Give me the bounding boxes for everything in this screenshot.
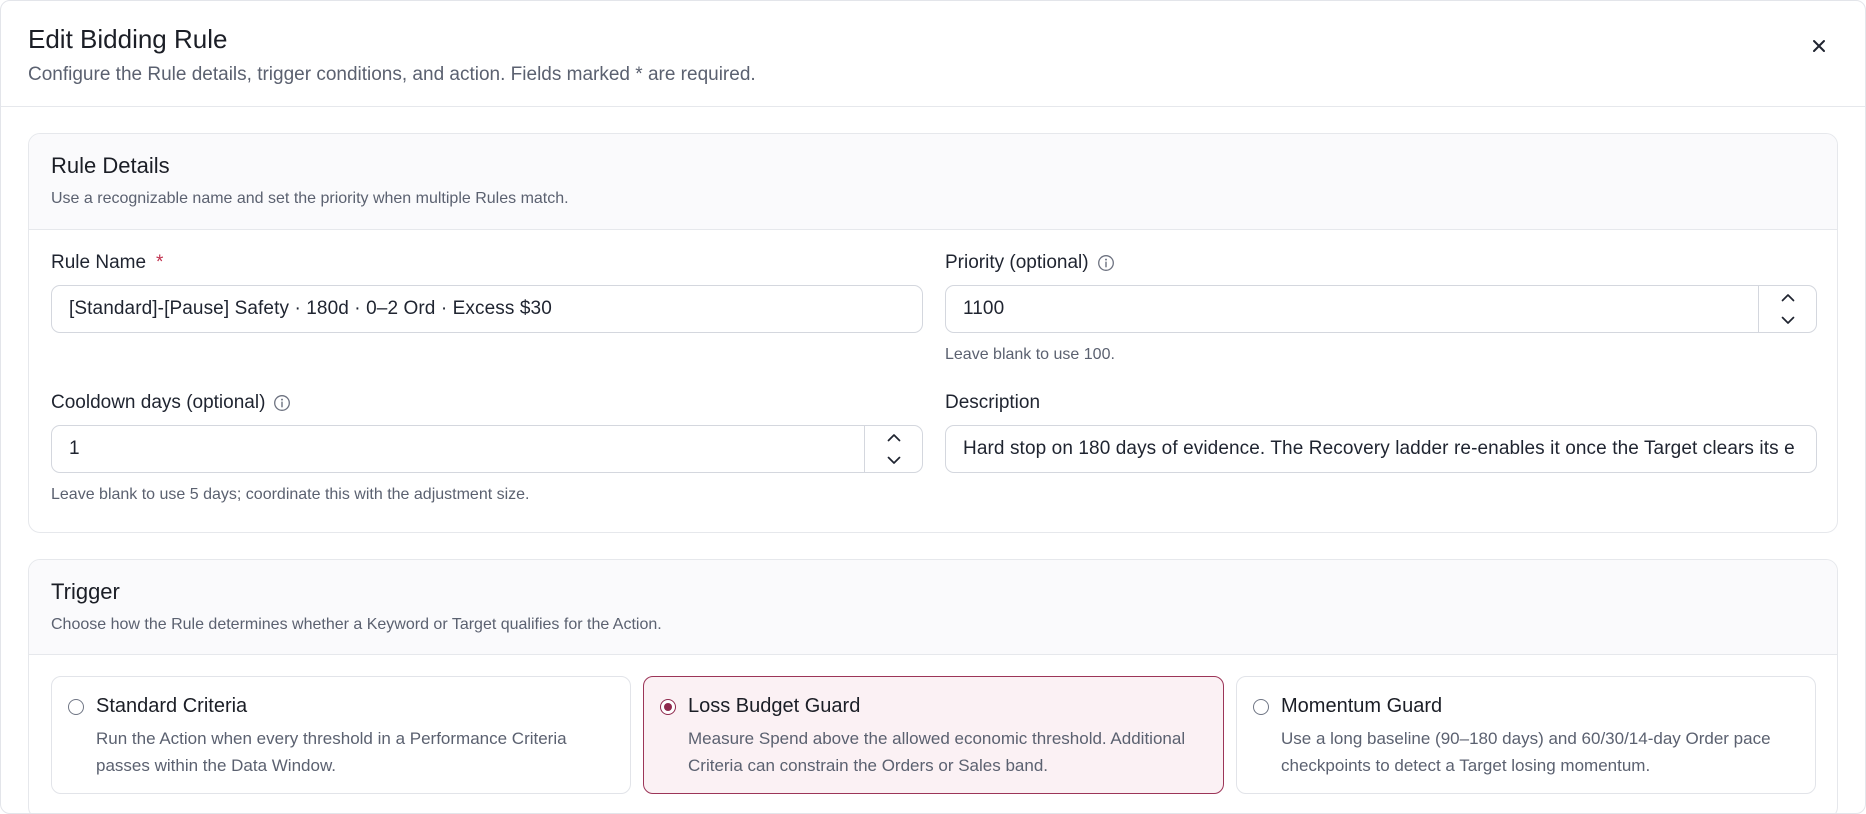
radio-button-selected[interactable]	[660, 698, 676, 715]
description-label-text: Description	[945, 392, 1041, 413]
priority-value: 1100	[963, 298, 1005, 319]
cooldown-label-text: Cooldown days (optional)	[51, 392, 266, 413]
rule-name-label: Rule Name *	[51, 252, 923, 274]
cooldown-help: Leave blank to use 5 days; coordinate th…	[51, 486, 530, 503]
radio-button[interactable]	[1253, 698, 1269, 715]
priority-decrement-button[interactable]	[1759, 309, 1816, 332]
priority-label: Priority (optional)	[945, 252, 1817, 274]
description-field: Description Hard stop on 180 days of evi…	[945, 392, 1817, 532]
trigger-option-loss-budget-guard[interactable]: Loss Budget Guard Measure Spend above th…	[643, 676, 1224, 794]
cooldown-field: Cooldown days (optional) 1 Leave blank t…	[51, 392, 923, 532]
option-title: Loss Budget Guard	[688, 695, 861, 717]
option-title: Standard Criteria	[96, 695, 248, 717]
section-title: Rule Details	[51, 153, 170, 178]
chevron-down-icon	[887, 452, 901, 470]
rule-name-label-text: Rule Name	[51, 252, 147, 273]
trigger-options: Standard Criteria Run the Action when ev…	[29, 655, 1837, 794]
section-description: Use a recognizable name and set the prio…	[51, 190, 569, 207]
option-description: Run the Action when every threshold in a…	[96, 729, 567, 775]
chevron-up-icon	[1781, 289, 1795, 307]
cooldown-value: 1	[69, 438, 80, 459]
rule-name-value: [Standard]-[Pause] Safety · 180d · 0–2 O…	[69, 298, 552, 319]
trigger-option-momentum-guard[interactable]: Momentum Guard Use a long baseline (90–1…	[1236, 676, 1816, 794]
rule-details-fields: Rule Name * [Standard]-[Pause] Safety · …	[29, 230, 1837, 532]
chevron-up-icon	[887, 429, 901, 447]
trigger-header: Trigger Choose how the Rule determines w…	[29, 560, 1837, 655]
rule-details-section: Rule Details Use a recognizable name and…	[28, 133, 1838, 533]
cooldown-increment-button[interactable]	[865, 426, 922, 449]
description-label: Description	[945, 392, 1817, 414]
info-icon[interactable]	[273, 394, 291, 412]
priority-label-text: Priority (optional)	[945, 252, 1089, 273]
cooldown-label: Cooldown days (optional)	[51, 392, 923, 414]
info-icon[interactable]	[1097, 254, 1115, 272]
close-button[interactable]	[1807, 36, 1831, 60]
rule-name-input[interactable]: [Standard]-[Pause] Safety · 180d · 0–2 O…	[51, 285, 923, 333]
priority-help: Leave blank to use 100.	[945, 346, 1115, 363]
priority-field: Priority (optional) 1100 Leave blank to …	[945, 252, 1817, 392]
priority-input[interactable]: 1100	[945, 285, 1817, 333]
priority-increment-button[interactable]	[1759, 286, 1816, 309]
section-description: Choose how the Rule determines whether a…	[51, 616, 662, 633]
rule-name-field: Rule Name * [Standard]-[Pause] Safety · …	[51, 252, 923, 392]
description-value: Hard stop on 180 days of evidence. The R…	[963, 438, 1795, 459]
cooldown-decrement-button[interactable]	[865, 449, 922, 472]
description-input[interactable]: Hard stop on 180 days of evidence. The R…	[945, 425, 1817, 473]
trigger-option-standard-criteria[interactable]: Standard Criteria Run the Action when ev…	[51, 676, 631, 794]
modal-title: Edit Bidding Rule	[28, 24, 228, 54]
radio-button[interactable]	[68, 698, 84, 715]
chevron-down-icon	[1781, 312, 1795, 330]
required-mark: *	[156, 252, 164, 273]
trigger-section: Trigger Choose how the Rule determines w…	[28, 559, 1838, 813]
option-description: Measure Spend above the allowed economic…	[688, 729, 1186, 775]
close-icon	[1812, 39, 1826, 58]
priority-stepper	[1758, 286, 1816, 332]
section-title: Trigger	[51, 579, 120, 604]
cooldown-input[interactable]: 1	[51, 425, 923, 473]
modal-body: Rule Details Use a recognizable name and…	[1, 107, 1865, 813]
edit-bidding-rule-modal: Edit Bidding Rule Configure the Rule det…	[0, 0, 1866, 814]
option-title: Momentum Guard	[1281, 695, 1443, 717]
modal-subtitle: Configure the Rule details, trigger cond…	[28, 64, 756, 85]
rule-details-header: Rule Details Use a recognizable name and…	[29, 134, 1837, 230]
option-description: Use a long baseline (90–180 days) and 60…	[1281, 729, 1771, 775]
cooldown-stepper	[864, 426, 922, 472]
modal-header: Edit Bidding Rule Configure the Rule det…	[1, 1, 1865, 107]
